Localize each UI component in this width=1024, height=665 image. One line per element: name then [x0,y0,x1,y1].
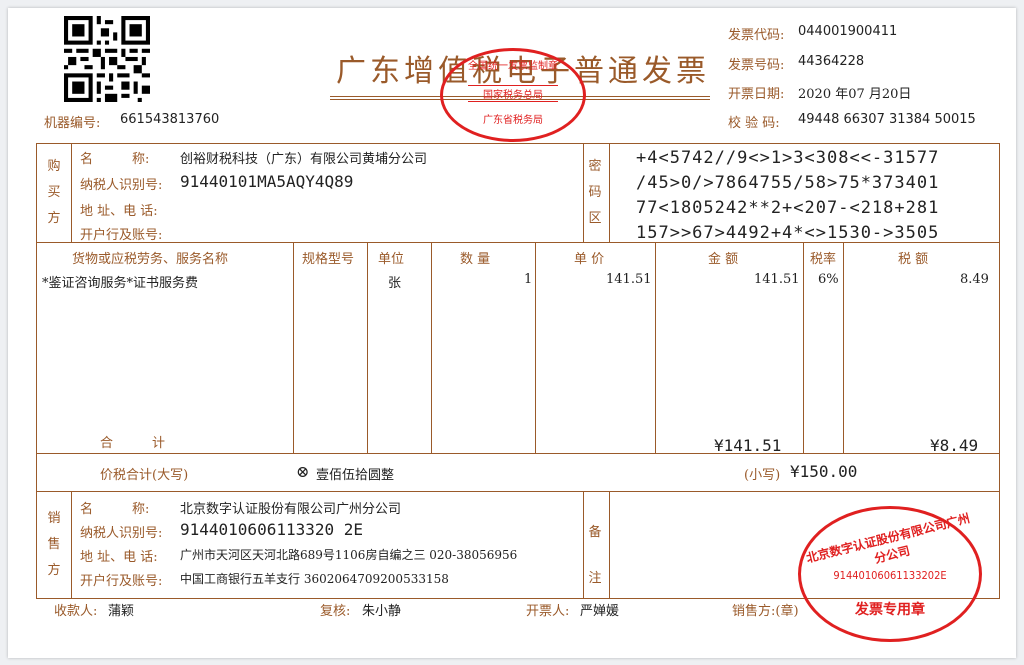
cipher-line: +4<5742//9<>1>3<308<<-31577 [636,148,940,168]
buyer-bank-label: 开户行及账号: [80,228,163,243]
seller-name: 北京数字认证股份有限公司广州分公司 [180,502,402,517]
item-rate: 6% [818,272,839,287]
item-name: *鉴证咨询服务*证书服务费 [42,276,199,291]
seller-name-label: 名 称: [80,502,150,517]
remark-side-label: 备注 [588,525,602,586]
col-header-tax: 税 额 [898,252,929,267]
item-amount: 141.51 [754,272,800,287]
total-amount: ¥141.51 [714,436,782,455]
total-tax: ¥8.49 [930,436,979,455]
x-circle-icon: ⊗ [296,462,310,481]
cipher-line: 77<1805242**2+<207-<218+281 [636,198,940,218]
total-label: 合 计 [100,436,166,451]
date-label: 开票日期: [728,87,785,102]
col-divider [293,242,294,453]
col-header-price: 单 价 [574,252,605,267]
reviewer: 朱小静 [362,604,402,619]
number-label: 发票号码: [728,58,785,73]
col-divider [71,491,72,598]
stamp-text-mid: 国家税务总局 [468,85,558,102]
col-header-amount: 金 额 [708,252,739,267]
col-divider [843,242,844,453]
seller-seal-label: 销售方:(章) [732,604,799,619]
issuer: 严婵媛 [580,604,620,619]
col-divider [609,144,610,242]
col-divider [71,144,72,242]
payee-label: 收款人: [54,604,98,619]
stamp-text-top: 全国统一发票监制章 [468,61,558,72]
row-divider [37,491,999,492]
invoice-code: 044001900411 [798,24,898,39]
col-header-unit: 单位 [378,252,405,267]
col-header-rate: 税率 [810,252,837,267]
seller-address: 广州市天河区天河北路689号1106房自编之三 020-38056956 [180,548,518,562]
col-divider [431,242,432,453]
stamp-purpose: 发票专用章 [855,602,925,618]
row-divider [37,453,999,454]
company-invoice-stamp: 北京数字认证股份有限公司广州分公司 91440106061133202E 发票专… [798,506,982,642]
col-divider [803,242,804,453]
col-header-name: 货物或应税劳务、服务名称 [72,252,229,267]
item-unit: 张 [388,276,402,291]
buyer-tax-id-label: 纳税人识别号: [80,178,163,193]
col-header-spec: 规格型号 [302,252,355,267]
grand-total-label: 价税合计(大写) [100,468,189,483]
check-code-label: 校 验 码: [728,116,780,131]
grand-total-small-label: (小写) [744,468,781,483]
grand-total-words: 壹佰伍拾圆整 [316,468,395,483]
seller-bank-label: 开户行及账号: [80,574,163,589]
item-qty: 1 [524,272,533,287]
issuer-label: 开票人: [526,604,570,619]
invoice-number: 44364228 [798,54,865,69]
buyer-side-label: 购买方 [47,159,61,226]
seller-side-label: 销售方 [47,511,61,578]
code-label: 发票代码: [728,28,785,43]
stamp-text-bottom: 广东省税务局 [483,115,543,126]
machine-no: 661543813760 [120,112,220,127]
check-code: 49448 66307 31384 50015 [798,112,976,127]
seller-tax-id-label: 纳税人识别号: [80,526,163,541]
tax-bureau-stamp: 全国统一发票监制章 国家税务总局 广东省税务局 [440,48,586,142]
col-divider [609,491,610,598]
buyer-name: 创裕财税科技（广东）有限公司黄埔分公司 [180,152,428,167]
machine-no-label: 机器编号: [44,116,101,131]
payee: 蒲颖 [108,604,135,619]
invoice-paper: 机器编号: 661543813760 广东增值税电子普通发票 全国统一发票监制章… [8,8,1016,658]
reviewer-label: 复核: [320,604,351,619]
cipher-side-label: 密码区 [588,159,602,226]
item-price: 141.51 [606,272,652,287]
buyer-tax-id: 91440101MA5AQY4Q89 [180,172,354,191]
cipher-line: /45>0/>7864755/58>75*373401 [636,173,940,193]
buyer-name-label: 名 称: [80,152,150,167]
stamp-tax-id: 91440106061133202E [833,569,947,582]
col-divider [655,242,656,453]
qr-code-icon [64,16,150,102]
cipher-line: 157>>67>4492+4*<>1530->3505 [636,223,940,243]
col-divider [367,242,368,453]
invoice-date: 2020 年07 月20日 [798,87,912,102]
grand-total-figure: ¥150.00 [790,462,858,481]
col-divider [535,242,536,453]
item-tax: 8.49 [960,272,989,287]
seller-bank: 中国工商银行五羊支行 3602064709200533158 [180,572,449,586]
col-divider [583,491,584,598]
buyer-address-label: 地 址、电 话: [80,204,158,219]
seller-tax-id: 9144010606113320 2E [180,520,364,539]
col-divider [583,144,584,242]
col-header-qty: 数 量 [460,252,491,267]
seller-address-label: 地 址、电 话: [80,550,158,565]
